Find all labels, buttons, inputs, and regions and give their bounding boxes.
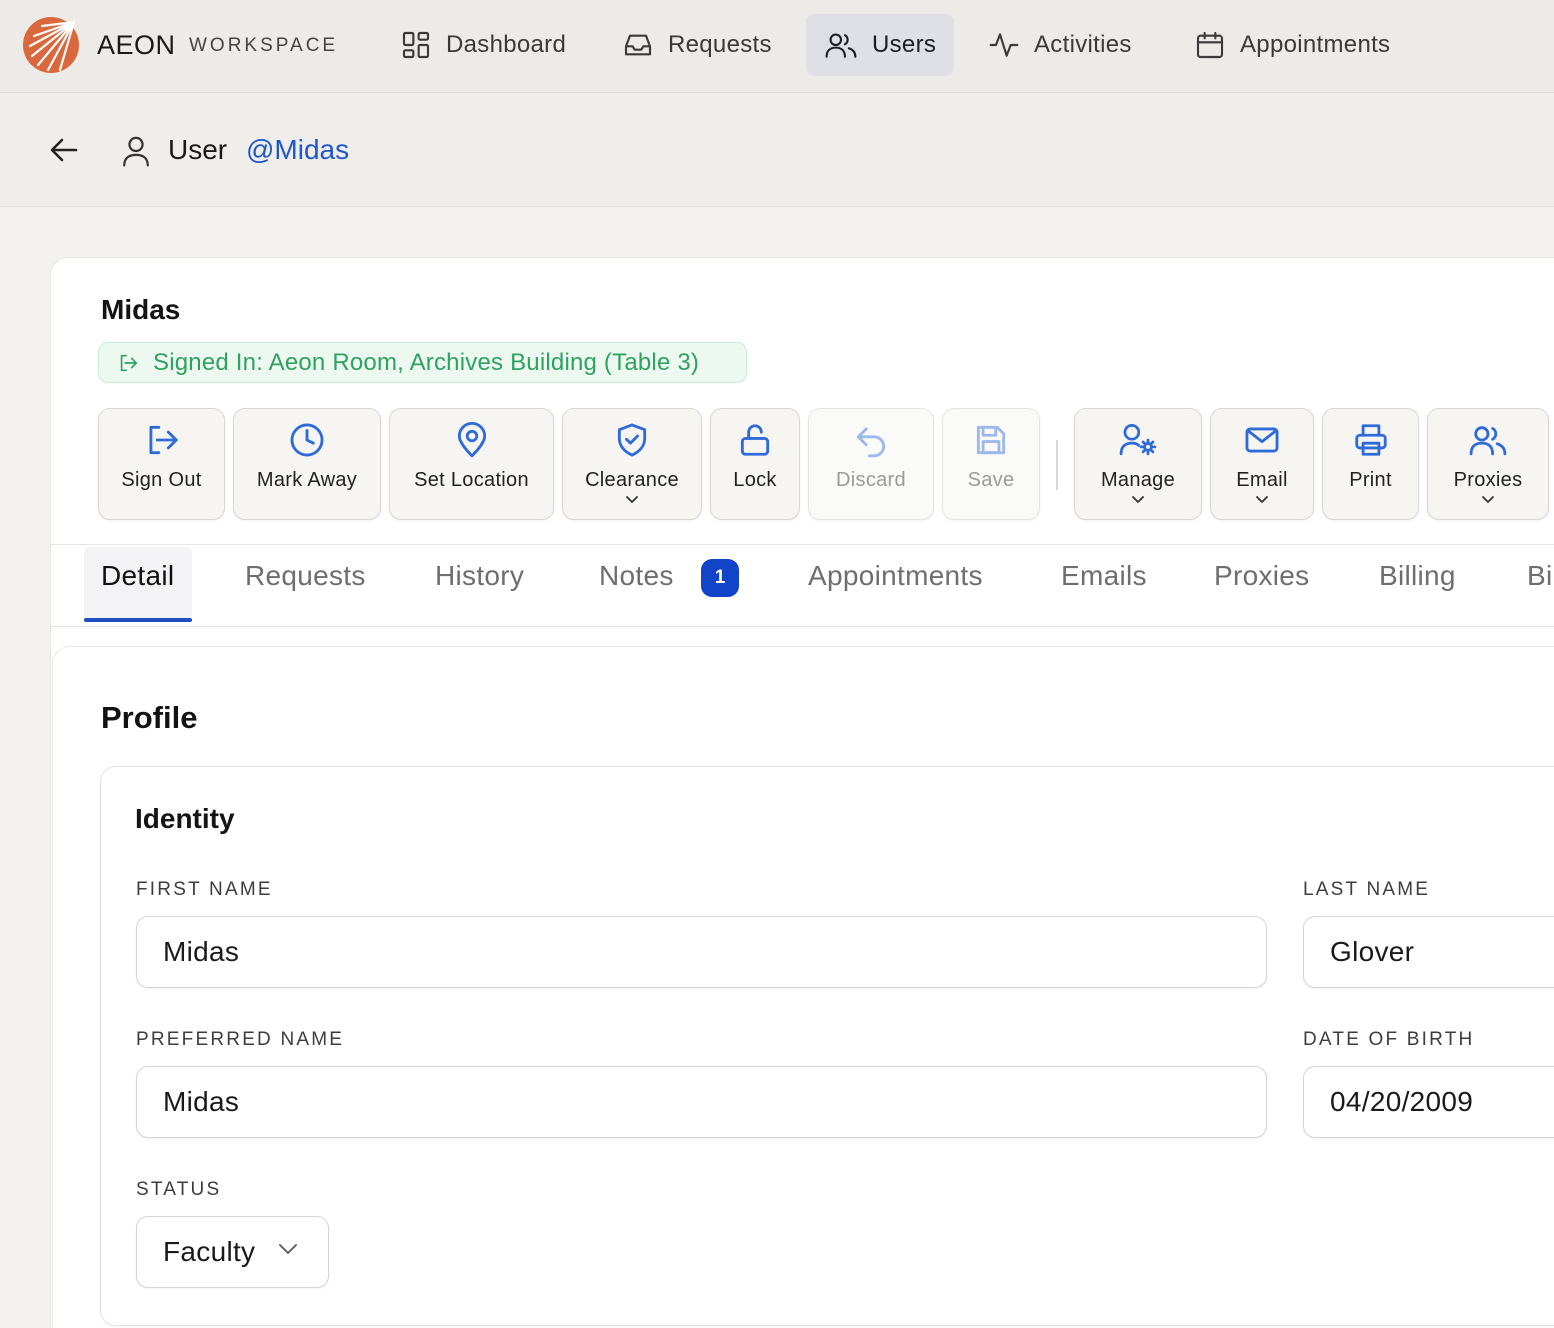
chevron-down-icon	[1256, 496, 1268, 504]
email-label: Email	[1236, 469, 1288, 491]
first-name-value: Midas	[163, 936, 240, 967]
print-button[interactable]: Print	[1322, 408, 1419, 520]
inbox-icon	[624, 34, 652, 56]
manage-label: Manage	[1100, 469, 1176, 491]
sign-out-button[interactable]: Sign Out	[98, 408, 225, 520]
sign-in-icon	[120, 354, 138, 371]
mark-away-label: Mark Away	[256, 469, 358, 491]
set-location-label: Set Location	[414, 469, 529, 491]
profile-section-title: Profile	[101, 700, 198, 735]
date-of-birth-value: 04/20/2009	[1330, 1086, 1474, 1117]
nav-users[interactable]: Users	[806, 14, 955, 76]
aeon-logo-icon[interactable]	[22, 16, 80, 74]
tab-requests[interactable]: Requests	[245, 560, 366, 592]
dashboard-icon	[402, 31, 430, 59]
user-icon	[123, 136, 149, 167]
calendar-icon	[1196, 31, 1224, 59]
mark-away-button[interactable]: Mark Away	[233, 408, 381, 520]
unlock-icon	[740, 424, 770, 456]
activity-icon	[989, 33, 1019, 57]
tab-proxies[interactable]: Proxies	[1214, 560, 1309, 592]
tab-detail[interactable]: Detail	[101, 560, 174, 592]
tab-notes[interactable]: Notes	[599, 560, 674, 592]
preferred-name-field[interactable]: Midas	[136, 1066, 1267, 1138]
clearance-dropdown-button[interactable]: Clearance	[562, 408, 702, 520]
nav-activities[interactable]: Activities	[970, 14, 1150, 76]
signed-in-text: Signed In: Aeon Room, Archives Building …	[153, 348, 700, 376]
brand-subtitle: WORKSPACE	[189, 35, 339, 56]
date-of-birth-field[interactable]: 04/20/2009	[1303, 1066, 1554, 1138]
first-name-field[interactable]: Midas	[136, 916, 1267, 988]
tab-truncated[interactable]: Bi	[1527, 560, 1553, 592]
clearance-label: Clearance	[585, 469, 679, 491]
preferred-name-label: PREFERRED NAME	[136, 1029, 345, 1050]
nav-dashboard-label: Dashboard	[446, 31, 567, 58]
last-name-label: LAST NAME	[1303, 879, 1431, 900]
toolbar-divider	[1056, 440, 1058, 490]
lock-button[interactable]: Lock	[710, 408, 800, 520]
lock-label: Lock	[733, 469, 777, 491]
users-icon	[825, 33, 857, 58]
active-tab-indicator	[84, 618, 192, 622]
tabs-divider-bottom	[50, 626, 1554, 627]
tab-emails[interactable]: Emails	[1061, 560, 1147, 592]
nav-appointments[interactable]: Appointments	[1176, 14, 1408, 76]
discard-button[interactable]: Discard	[808, 408, 934, 520]
save-label: Save	[967, 469, 1015, 491]
chevron-down-icon	[1132, 496, 1144, 504]
set-location-button[interactable]: Set Location	[389, 408, 554, 520]
top-navigation: AEON WORKSPACE Dashboard Requests Users …	[0, 0, 1554, 93]
last-name-field[interactable]: Glover	[1303, 916, 1554, 988]
status-label: STATUS	[136, 1179, 222, 1200]
map-pin-icon	[457, 421, 486, 458]
status-value: Faculty	[163, 1236, 256, 1267]
last-name-value: Glover	[1330, 936, 1415, 967]
shield-check-icon	[617, 423, 647, 457]
preferred-name-value: Midas	[163, 1086, 240, 1117]
manage-dropdown-button[interactable]: Manage	[1074, 408, 1202, 520]
user-handle-link[interactable]: @Midas	[246, 134, 349, 166]
print-label: Print	[1349, 469, 1392, 491]
sign-out-icon	[148, 425, 178, 455]
nav-dashboard[interactable]: Dashboard	[382, 14, 584, 76]
tabs-divider-top	[50, 544, 1554, 545]
signed-in-status-badge: Signed In: Aeon Room, Archives Building …	[98, 342, 747, 383]
page-header	[0, 93, 1554, 207]
tab-billing[interactable]: Billing	[1379, 560, 1456, 592]
sign-out-label: Sign Out	[121, 469, 202, 491]
chevron-down-icon	[626, 496, 638, 504]
chevron-down-icon	[279, 1244, 297, 1255]
nav-activities-label: Activities	[1034, 31, 1132, 58]
user-label: User	[168, 134, 228, 165]
user-name-title: Midas	[101, 294, 181, 325]
tab-history[interactable]: History	[435, 560, 524, 592]
date-of-birth-label: DATE OF BIRTH	[1303, 1029, 1475, 1050]
brand-name: AEON	[97, 30, 176, 60]
first-name-label: FIRST NAME	[136, 879, 273, 900]
printer-icon	[1354, 424, 1387, 456]
notes-count-badge: 1	[701, 559, 739, 597]
proxies-label: Proxies	[1453, 469, 1523, 491]
undo-icon	[856, 427, 886, 458]
discard-label: Discard	[836, 469, 906, 491]
clock-icon	[290, 423, 324, 457]
users-icon	[1469, 426, 1507, 456]
mail-icon	[1245, 427, 1279, 453]
proxies-dropdown-button[interactable]: Proxies	[1427, 408, 1549, 520]
email-dropdown-button[interactable]: Email	[1210, 408, 1314, 520]
nav-requests-label: Requests	[668, 31, 772, 58]
save-icon	[976, 425, 1006, 455]
status-select[interactable]: Faculty	[136, 1216, 329, 1288]
tab-appointments[interactable]: Appointments	[808, 560, 983, 592]
identity-title: Identity	[135, 803, 235, 834]
nav-requests[interactable]: Requests	[604, 14, 790, 76]
back-arrow-icon[interactable]	[48, 136, 80, 164]
save-button[interactable]: Save	[942, 408, 1040, 520]
user-gear-icon	[1119, 424, 1157, 456]
nav-users-label: Users	[872, 31, 937, 58]
nav-appointments-label: Appointments	[1240, 31, 1391, 58]
chevron-down-icon	[1482, 496, 1494, 504]
